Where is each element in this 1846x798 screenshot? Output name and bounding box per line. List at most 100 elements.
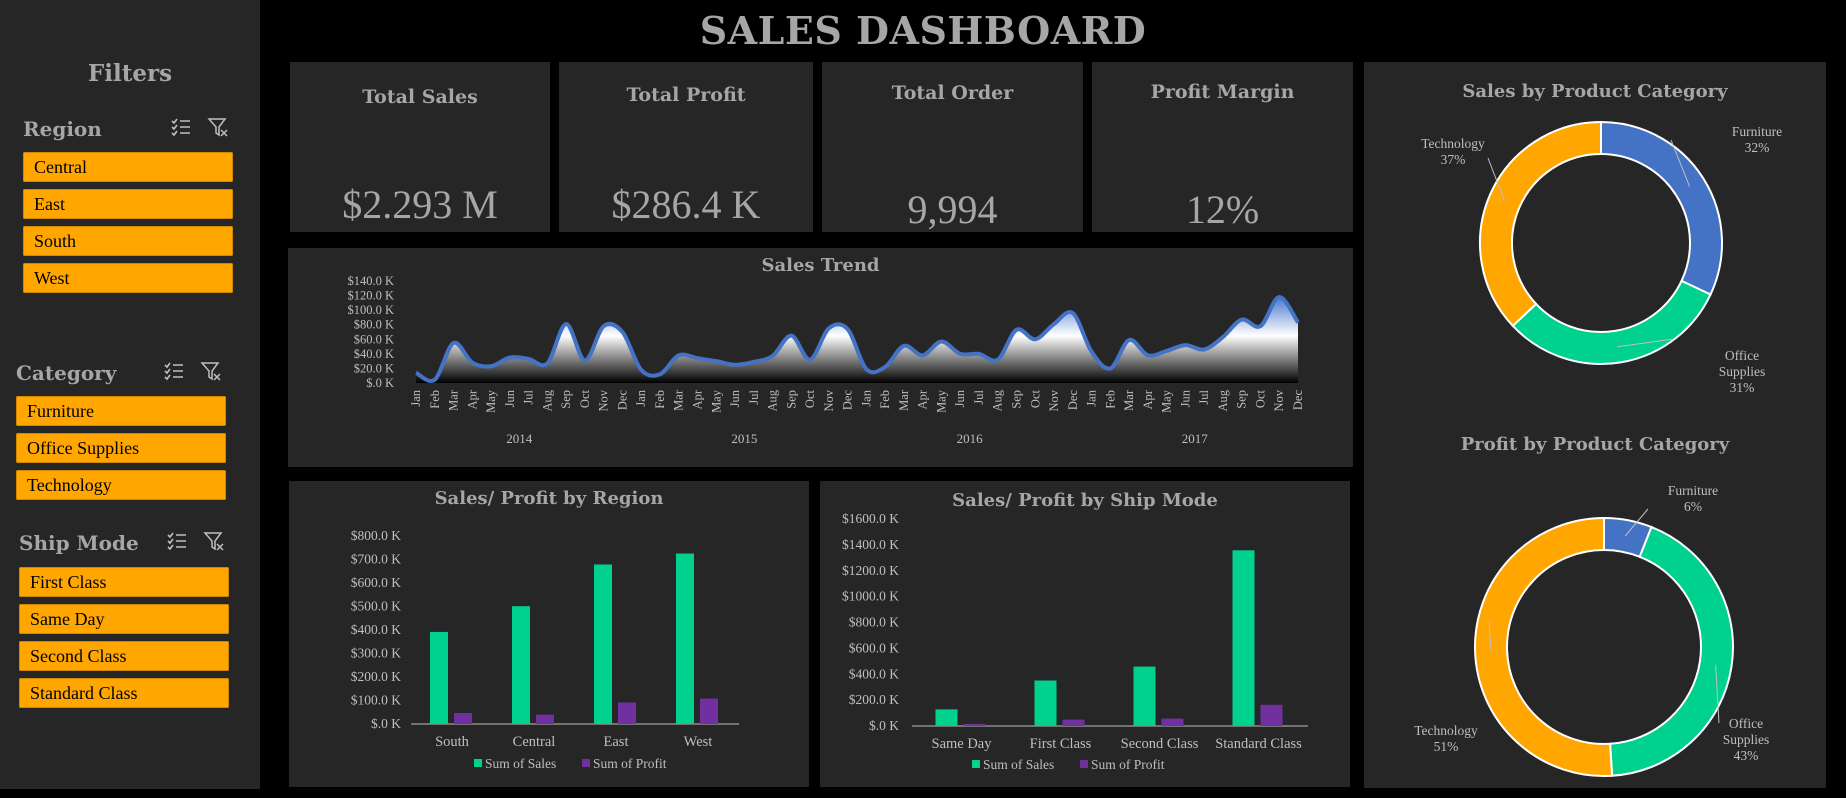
- kpi-value: $286.4 K: [611, 182, 761, 227]
- x-tick-month: Dec: [841, 390, 855, 411]
- bar-sales: [512, 606, 530, 724]
- x-tick-month: Sep: [1010, 390, 1024, 409]
- kpi-value: 12%: [1185, 187, 1260, 232]
- y-tick-label: $700.0 K: [351, 552, 402, 567]
- x-tick-month: Apr: [690, 389, 704, 409]
- filters-panel: Filters Region Central East South West C…: [0, 0, 260, 789]
- legend-swatch: [582, 759, 590, 767]
- slicer-region-title: Region: [23, 117, 102, 141]
- clear-filter-icon[interactable]: [203, 530, 225, 552]
- x-tick-year: 2014: [506, 431, 533, 446]
- bar-profit: [536, 714, 554, 724]
- slicer-item-same-day[interactable]: Same Day: [19, 604, 229, 634]
- slicer-item-first-class[interactable]: First Class: [19, 567, 229, 597]
- y-tick-label: $1000.0 K: [842, 589, 899, 604]
- y-tick-label: $1400.0 K: [842, 537, 899, 552]
- bar-profit: [1161, 718, 1184, 726]
- x-tick-month: Mar: [447, 389, 461, 411]
- data-label: Office: [1729, 716, 1763, 731]
- slicer-item-technology[interactable]: Technology: [16, 470, 226, 500]
- x-tick-month: Jul: [972, 389, 986, 404]
- x-tick-month: Aug: [766, 389, 780, 411]
- bar-sales: [935, 709, 958, 726]
- sales-trend-panel: Sales Trend $.0 K $20.0 K $40.0 K $60.0 K $8…: [288, 248, 1353, 467]
- ship-mode-chart-panel: Sales/ Profit by Ship Mode $.0 K $200.0 K…: [820, 481, 1350, 787]
- x-tick-label: Standard Class: [1215, 736, 1302, 752]
- data-label: Supplies: [1723, 732, 1770, 747]
- sales-trend-area: [416, 297, 1298, 383]
- x-tick-month: Mar: [1122, 389, 1136, 411]
- slicer-ship-mode-title: Ship Mode: [19, 531, 139, 555]
- data-label: 31%: [1730, 380, 1755, 395]
- y-tick-label: $200.0 K: [849, 692, 900, 707]
- x-tick-year: 2017: [1182, 431, 1209, 446]
- sales-trend-chart: $.0 K$20.0 K$40.0 K$60.0 K$80.0 K$100.0 …: [347, 274, 1305, 446]
- y-tick-label: $.0 K: [371, 716, 401, 731]
- clear-filter-icon[interactable]: [207, 116, 229, 138]
- x-tick-month: Aug: [991, 389, 1005, 411]
- bar-profit: [1062, 719, 1085, 726]
- slicer-item-office-supplies[interactable]: Office Supplies: [16, 433, 226, 463]
- x-tick-month: Jun: [953, 389, 967, 407]
- data-label: Furniture: [1668, 483, 1718, 498]
- multi-select-icon[interactable]: [163, 360, 185, 382]
- x-tick-month: Jun: [1178, 389, 1192, 407]
- legend-label: Sum of Profit: [1091, 757, 1165, 772]
- donut-slice-office-supplies: [1609, 525, 1734, 777]
- x-tick-month: Nov: [1272, 389, 1286, 411]
- x-tick-month: Sep: [784, 390, 798, 409]
- slicer-item-central[interactable]: Central: [23, 152, 233, 182]
- x-tick-month: Dec: [615, 390, 629, 411]
- slicer-item-south[interactable]: South: [23, 226, 233, 256]
- kpi-label: Total Profit: [626, 84, 746, 106]
- x-tick-year: 2015: [731, 431, 757, 446]
- x-tick-label: Central: [513, 734, 556, 750]
- data-label: 6%: [1684, 499, 1702, 514]
- slicer-item-east[interactable]: East: [23, 189, 233, 219]
- x-tick-month: Nov: [1047, 389, 1061, 411]
- y-tick-label: $60.0 K: [354, 332, 394, 346]
- x-tick-month: Apr: [916, 389, 930, 409]
- slicer-item-second-class[interactable]: Second Class: [19, 641, 229, 671]
- data-label: 37%: [1441, 152, 1466, 167]
- x-tick-month: Jan: [1085, 389, 1099, 406]
- x-tick-month: Apr: [465, 389, 479, 409]
- y-tick-label: $800.0 K: [351, 528, 402, 543]
- x-tick-month: Apr: [1141, 389, 1155, 409]
- x-tick-month: Oct: [578, 389, 592, 408]
- kpi-label: Profit Margin: [1150, 81, 1295, 103]
- data-label: 32%: [1745, 140, 1770, 155]
- y-tick-label: $100.0 K: [351, 693, 402, 708]
- slicer-item-furniture[interactable]: Furniture: [16, 396, 226, 426]
- y-tick-label: $40.0 K: [354, 347, 394, 361]
- slicer-item-west[interactable]: West: [23, 263, 233, 293]
- x-tick-month: Sep: [559, 390, 573, 409]
- data-label: Technology: [1421, 136, 1485, 151]
- y-tick-label: $600.0 K: [849, 640, 900, 655]
- x-tick-month: Nov: [822, 389, 836, 411]
- x-tick-month: Oct: [803, 389, 817, 408]
- dashboard-title: SALES DASHBOARD: [699, 8, 1147, 53]
- y-tick-label: $500.0 K: [351, 599, 402, 614]
- x-tick-month: Feb: [653, 390, 667, 409]
- y-tick-label: $100.0 K: [347, 303, 394, 317]
- slicer-item-standard-class[interactable]: Standard Class: [19, 678, 229, 708]
- x-tick-month: Jan: [859, 389, 873, 406]
- kpi-label: Total Sales: [362, 86, 478, 108]
- kpi-card-total-profit: Total Profit $286.4 K: [559, 62, 813, 232]
- ship-mode-bar-chart: $.0 K $200.0 K $400.0 K $600.0 K $800.0 K $10…: [842, 511, 1308, 772]
- legend-label: Sum of Profit: [593, 756, 667, 771]
- category-pies-panel: Sales by Product Category Profit by Prod…: [1364, 62, 1826, 788]
- x-tick-label: West: [684, 734, 713, 750]
- bar-profit: [1260, 704, 1283, 726]
- donut-slice-furniture: [1600, 120, 1723, 296]
- slicer-category-title: Category: [16, 361, 117, 385]
- bar-profit: [618, 702, 636, 724]
- multi-select-icon[interactable]: [166, 530, 188, 552]
- x-tick-month: Jul: [747, 389, 761, 404]
- legend-swatch: [1080, 760, 1088, 768]
- multi-select-icon[interactable]: [170, 116, 192, 138]
- x-tick-month: May: [484, 389, 498, 413]
- x-tick-month: Feb: [428, 390, 442, 409]
- clear-filter-icon[interactable]: [200, 360, 222, 382]
